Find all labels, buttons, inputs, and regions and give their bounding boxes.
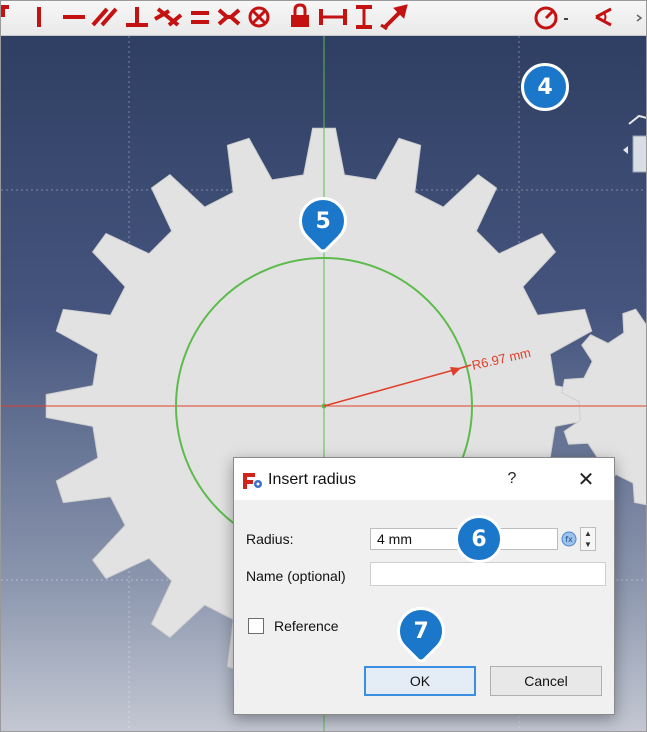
ok-button[interactable]: OK — [364, 666, 476, 696]
radius-label: Radius: — [246, 531, 294, 547]
symmetric-constraint-icon[interactable] — [217, 8, 241, 26]
close-button[interactable]: ✕ — [574, 467, 598, 492]
spin-up-icon[interactable]: ▲ — [581, 528, 595, 539]
sketcher-constraints-toolbar — [1, 1, 646, 36]
name-input[interactable] — [370, 562, 606, 586]
svg-text:fx: fx — [565, 535, 573, 544]
dialog-title: Insert radius — [268, 471, 357, 488]
freecad-window: R6.97 mm 4 5 6 7 Insert radius ? ✕ Radiu… — [0, 0, 647, 732]
cancel-button[interactable]: Cancel — [490, 666, 602, 696]
freecad-app-icon — [243, 473, 262, 489]
lock-constraint-icon[interactable] — [291, 3, 309, 27]
parallel-constraint-icon[interactable] — [91, 7, 118, 27]
overflow-chevron-icon[interactable] — [636, 14, 643, 22]
dialog-titlebar[interactable]: Insert radius ? ✕ — [234, 458, 614, 500]
name-label: Name (optional) — [246, 568, 346, 584]
distance-constraint-icon[interactable] — [380, 4, 408, 31]
angle-constraint-icon[interactable] — [595, 7, 612, 27]
reference-checkbox[interactable] — [248, 618, 264, 634]
step-6-callout: 6 — [455, 515, 503, 563]
tangent-constraint-icon[interactable] — [154, 7, 183, 27]
help-button[interactable]: ? — [502, 470, 522, 488]
navigation-cube[interactable] — [621, 94, 647, 179]
step-4-callout: 4 — [521, 63, 569, 111]
radius-spinbox[interactable]: ▲ ▼ — [580, 527, 596, 551]
reference-label: Reference — [274, 618, 339, 634]
radius-constraint-icon[interactable] — [534, 6, 558, 30]
perpendicular-constraint-icon[interactable] — [126, 7, 148, 27]
viewcube-left-arrow-icon[interactable] — [623, 146, 628, 154]
expression-icon[interactable]: fx — [560, 530, 578, 548]
insert-radius-dialog: Insert radius ? ✕ Radius: fx ▲ ▼ Name (o… — [233, 457, 615, 715]
viewcube-face[interactable] — [632, 135, 647, 173]
horizontal-distance-icon[interactable] — [319, 9, 347, 25]
vertical-distance-icon[interactable] — [356, 5, 372, 29]
arc-fragment-icon[interactable] — [1, 5, 9, 17]
block-constraint-icon[interactable] — [248, 6, 270, 28]
viewcube-arrow-icon[interactable] — [628, 114, 647, 125]
equal-constraint-icon[interactable] — [191, 11, 209, 24]
spin-down-icon[interactable]: ▼ — [581, 539, 595, 550]
